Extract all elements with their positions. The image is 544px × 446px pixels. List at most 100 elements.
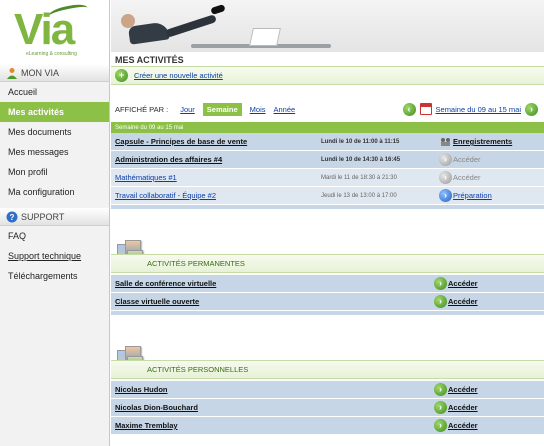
activity-action[interactable]: › Préparation [439,189,492,202]
banner-person-head [121,14,135,28]
banner-laptop [249,28,281,46]
header-banner-image [111,0,544,52]
access-arrow-icon: › [434,419,447,432]
activity-name[interactable]: Maxime Tremblay [111,421,434,430]
filter-semaine[interactable]: Semaine [202,102,242,116]
banner-person-shoe [210,4,226,15]
calendar-icon[interactable] [419,103,432,115]
page-title: MES ACTIVITÉS [115,55,184,65]
preparation-arrow-icon: › [439,189,452,202]
activity-name[interactable]: Salle de conférence virtuelle [111,279,434,288]
table-row: Nicolas Hudon › Accéder [111,381,544,399]
sidebar-item-faq[interactable]: FAQ [0,226,109,246]
table-footer [111,311,544,315]
permanent-activities-title: ACTIVITÉS PERMANENTES [147,259,245,268]
access-arrow-icon: › [439,171,452,184]
filter-annee[interactable]: Année [274,105,296,114]
sidebar-item-mon-profil[interactable]: Mon profil [0,162,109,182]
access-link[interactable]: Accéder [448,421,478,430]
activity-action[interactable]: › Accéder [434,295,478,308]
main-content: MES ACTIVITÉS + Créer une nouvelle activ… [111,52,544,446]
activity-name[interactable]: Mathématiques #1 [111,173,321,182]
week-navigation: ‹ Semaine du 09 au 15 mai › [402,101,538,117]
access-arrow-icon: › [434,401,447,414]
access-arrow-icon: › [434,295,447,308]
sidebar-item-mes-messages[interactable]: Mes messages [0,142,109,162]
personal-activities-table: Nicolas Hudon › Accéder Nicolas Dion-Bou… [111,381,544,435]
access-link[interactable]: Accéder [453,173,481,182]
table-row: Maxime Tremblay › Accéder [111,417,544,435]
banner-person-legs [165,14,217,38]
sidebar-support-header: ? SUPPORT [0,208,109,226]
table-row: Nicolas Dion-Bouchard › Accéder [111,399,544,417]
next-week-icon[interactable]: › [525,102,538,116]
activity-time: Mardi le 11 de 18:30 à 21:30 [321,174,397,181]
recordings-link[interactable]: Enregistrements [453,137,512,146]
permanent-activities-header: ACTIVITÉS PERMANENTES [111,254,544,273]
sidebar-item-telechargements[interactable]: Téléchargements [0,266,109,286]
access-arrow-icon: › [439,153,452,166]
create-activity-bar: + Créer une nouvelle activité [111,66,544,85]
sidebar-my-via-label: MON VIA [21,67,60,78]
preparation-link[interactable]: Préparation [453,191,492,200]
activity-name[interactable]: Nicolas Hudon [111,385,434,394]
sidebar-support-label: SUPPORT [21,211,65,222]
personal-activities-header: ACTIVITÉS PERSONNELLES [111,360,544,379]
create-activity-link[interactable]: Créer une nouvelle activité [134,71,223,80]
activity-time: Jeudi le 13 de 13:00 à 17:00 [321,192,397,199]
sidebar-item-mes-activites[interactable]: Mes activités [0,102,109,122]
activity-action[interactable]: › Accéder [439,153,481,166]
activities-table: Capsule - Principes de base de vente Lun… [111,133,544,205]
banner-person [127,21,171,45]
permanent-activities-table: Salle de conférence virtuelle › Accéder … [111,275,544,311]
recording-icon [441,138,450,146]
sidebar-item-accueil[interactable]: Accueil [0,82,109,102]
week-band: Semaine du 09 au 15 mai [111,122,544,133]
activity-action[interactable]: › Accéder [439,171,481,184]
table-row: Administration des affaires #4 Lundi le … [111,151,544,169]
activity-action[interactable]: › Accéder [434,383,478,396]
help-icon: ? [6,211,18,223]
sidebar: MON VIA Accueil Mes activités Mes docume… [0,64,110,446]
access-link[interactable]: Accéder [448,279,478,288]
previous-week-icon[interactable]: ‹ [402,102,416,116]
activity-name[interactable]: Classe virtuelle ouverte [111,297,434,306]
activity-action[interactable]: › Accéder [434,277,478,290]
logo-tagline: eLearning & consulting [26,51,77,57]
table-row: Classe virtuelle ouverte › Accéder [111,293,544,311]
filter-jour[interactable]: Jour [180,105,195,114]
sidebar-my-via-header: MON VIA [0,64,109,82]
activity-time: Lundi le 10 de 14:30 à 16:45 [321,156,401,163]
filter-label: AFFICHÉ PAR : [115,104,169,114]
view-filter: AFFICHÉ PAR : Jour Semaine Mois Année ‹ … [111,101,544,117]
add-icon[interactable]: + [115,69,128,82]
activity-name[interactable]: Travail collaboratif - Équipe #2 [111,191,321,200]
logo-wordmark: Via [14,5,75,54]
user-icon [6,67,18,79]
table-row: Salle de conférence virtuelle › Accéder [111,275,544,293]
access-arrow-icon: › [434,383,447,396]
activity-action[interactable]: › Accéder [434,401,478,414]
sidebar-item-ma-configuration[interactable]: Ma configuration [0,182,109,202]
activity-time: Lundi le 10 de 11:00 à 11:15 [321,138,400,145]
access-link[interactable]: Accéder [448,297,478,306]
filter-mois[interactable]: Mois [250,105,266,114]
activity-name[interactable]: Administration des affaires #4 [111,155,321,164]
access-link[interactable]: Accéder [448,385,478,394]
access-link[interactable]: Accéder [453,155,481,164]
table-row: Capsule - Principes de base de vente Lun… [111,133,544,151]
table-row: Travail collaboratif - Équipe #2 Jeudi l… [111,187,544,205]
activity-name[interactable]: Capsule - Principes de base de vente [111,137,321,146]
sidebar-item-support-technique[interactable]: Support technique [0,246,109,266]
access-arrow-icon: › [434,277,447,290]
personal-activities-title: ACTIVITÉS PERSONNELLES [147,365,249,374]
logo[interactable]: Via eLearning & consulting [0,0,110,64]
table-footer [111,205,544,209]
table-row: Mathématiques #1 Mardi le 11 de 18:30 à … [111,169,544,187]
access-link[interactable]: Accéder [448,403,478,412]
activity-action[interactable]: › Accéder [434,419,478,432]
activity-name[interactable]: Nicolas Dion-Bouchard [111,403,434,412]
sidebar-item-mes-documents[interactable]: Mes documents [0,122,109,142]
activity-action[interactable]: Enregistrements [439,135,512,148]
week-range-link[interactable]: Semaine du 09 au 15 mai [436,105,521,114]
